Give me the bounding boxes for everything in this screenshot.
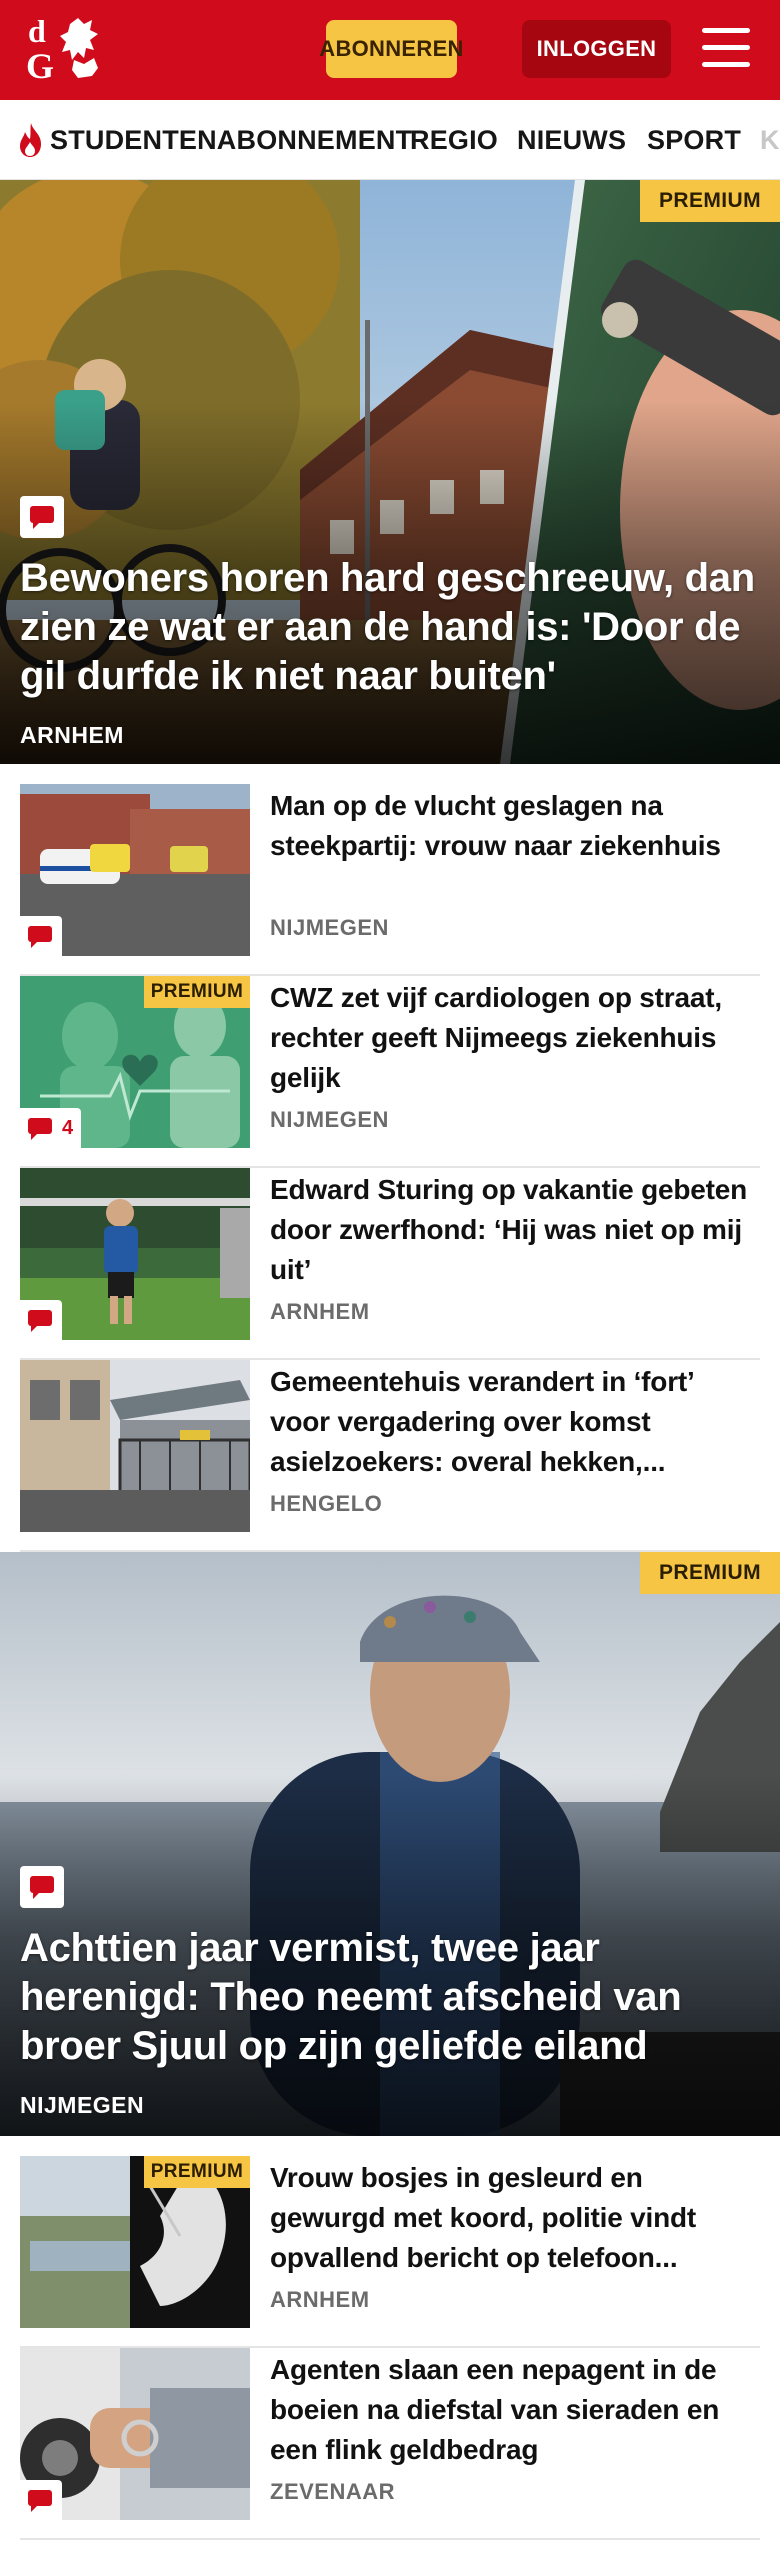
article-region: ARNHEM bbox=[270, 2287, 370, 2312]
comment-icon bbox=[28, 2488, 54, 2512]
comment-icon bbox=[28, 1116, 54, 1140]
svg-text:d: d bbox=[28, 13, 46, 49]
nav-item-studentenabonnement[interactable]: STUDENTENABONNEMENT bbox=[50, 100, 412, 179]
article-region: HENGELO bbox=[270, 1491, 383, 1516]
comment-icon bbox=[28, 1308, 54, 1332]
comment-icon bbox=[28, 924, 54, 948]
comment-count: 4 bbox=[62, 1116, 74, 1139]
comment-icon bbox=[20, 496, 64, 538]
nav-item-sport[interactable]: SPORT bbox=[647, 100, 741, 179]
premium-badge: PREMIUM bbox=[640, 1552, 780, 1594]
comment-badge: 4 bbox=[20, 1108, 82, 1148]
article-thumbnail bbox=[20, 784, 250, 956]
article-title[interactable]: Agenten slaan een nepagent in de boeien … bbox=[270, 2350, 760, 2470]
hero-title-1[interactable]: Bewoners horen hard geschreeuw, dan zien… bbox=[20, 554, 770, 701]
nav-item-nieuws[interactable]: NIEUWS bbox=[517, 100, 626, 179]
article-thumbnail: PREMIUM bbox=[20, 2156, 250, 2328]
comment-badge bbox=[20, 916, 62, 956]
article-thumbnail: PREMIUM 4 bbox=[20, 976, 250, 1148]
list-item[interactable]: Agenten slaan een nepagent in de boeien … bbox=[20, 2348, 760, 2540]
section-nav: STUDENTENABONNEMENT REGIO NIEUWS SPORT K bbox=[0, 100, 780, 180]
article-title[interactable]: Man op de vlucht geslagen na steekpartij… bbox=[270, 786, 760, 866]
login-button[interactable]: INLOGGEN bbox=[522, 20, 671, 78]
nav-item-more[interactable]: K bbox=[760, 100, 780, 179]
hero-article-1[interactable]: PREMIUM Bewoners horen hard geschreeuw, … bbox=[0, 180, 780, 764]
hamburger-menu-icon[interactable] bbox=[700, 24, 752, 72]
article-title[interactable]: Gemeentehuis verandert in ‘fort’ voor ve… bbox=[270, 1362, 760, 1482]
svg-text:G: G bbox=[26, 46, 54, 86]
menu-line bbox=[702, 62, 750, 67]
comment-icon bbox=[20, 1866, 64, 1908]
article-region: NIJMEGEN bbox=[270, 1107, 389, 1132]
comment-badge bbox=[20, 2480, 62, 2520]
premium-badge: PREMIUM bbox=[144, 976, 250, 1008]
comment-badge bbox=[20, 1300, 62, 1340]
article-region: ZEVENAAR bbox=[270, 2479, 396, 2504]
hero-region-1: ARNHEM bbox=[20, 722, 124, 748]
article-title[interactable]: Edward Sturing op vakantie gebeten door … bbox=[270, 1170, 760, 1290]
list-item[interactable]: Man op de vlucht geslagen na steekpartij… bbox=[20, 784, 760, 976]
nav-item-regio[interactable]: REGIO bbox=[410, 100, 498, 179]
menu-line bbox=[702, 45, 750, 50]
article-title[interactable]: Vrouw bosjes in gesleurd en gewurgd met … bbox=[270, 2158, 760, 2278]
article-region: NIJMEGEN bbox=[270, 915, 389, 940]
fire-icon bbox=[20, 123, 41, 157]
article-thumbnail bbox=[20, 1168, 250, 1340]
article-region: ARNHEM bbox=[270, 1299, 370, 1324]
article-thumbnail bbox=[20, 2348, 250, 2520]
top-bar: d G ABONNEREN INLOGGEN bbox=[0, 0, 780, 100]
menu-line bbox=[702, 28, 750, 33]
list-item[interactable]: Edward Sturing op vakantie gebeten door … bbox=[20, 1168, 760, 1360]
list-item[interactable]: PREMIUM Vrouw bosjes in gesleurd en gewu… bbox=[20, 2156, 760, 2348]
premium-badge: PREMIUM bbox=[144, 2156, 250, 2188]
hero-title-2[interactable]: Achttien jaar vermist, twee jaar herenig… bbox=[20, 1924, 770, 2071]
article-thumbnail bbox=[20, 1360, 250, 1532]
hero-article-2[interactable]: PREMIUM Achttien jaar vermist, twee jaar… bbox=[0, 1552, 780, 2136]
list-item[interactable]: PREMIUM 4 CWZ zet vijf cardiologen op st… bbox=[20, 976, 760, 1168]
premium-badge: PREMIUM bbox=[640, 180, 780, 222]
article-title[interactable]: CWZ zet vijf cardiologen op straat, rech… bbox=[270, 978, 760, 1098]
hero-region-2: NIJMEGEN bbox=[20, 2092, 145, 2118]
brand-logo[interactable]: d G bbox=[22, 12, 114, 88]
list-item[interactable]: Gemeentehuis verandert in ‘fort’ voor ve… bbox=[20, 1360, 760, 1552]
subscribe-button[interactable]: ABONNEREN bbox=[319, 20, 463, 78]
